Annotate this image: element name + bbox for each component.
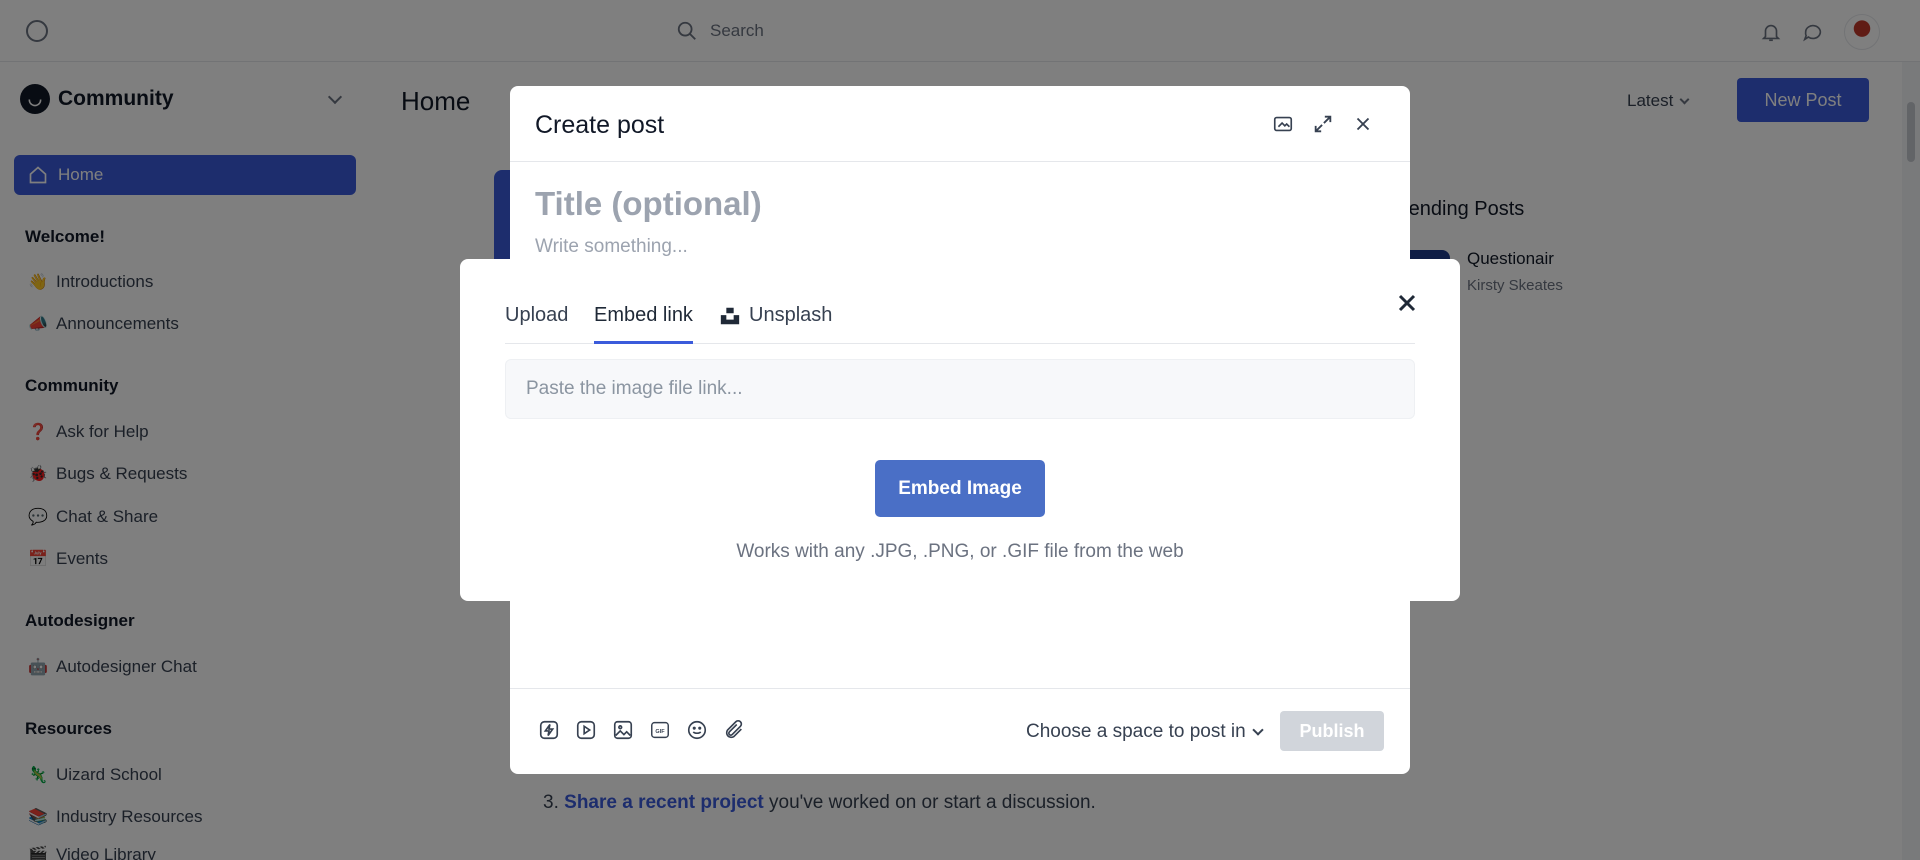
embed-image-button[interactable]: Embed Image bbox=[875, 460, 1045, 517]
cover-image-icon[interactable] bbox=[1272, 113, 1294, 135]
video-icon[interactable] bbox=[575, 719, 597, 741]
post-title-input[interactable]: Title (optional) bbox=[535, 185, 762, 223]
image-embed-dialog: Upload Embed link Unsplash Embed Image W… bbox=[460, 259, 1460, 601]
image-link-input[interactable] bbox=[505, 359, 1415, 419]
lightning-icon[interactable] bbox=[538, 719, 560, 741]
embed-tabs: Upload Embed link Unsplash bbox=[505, 304, 1415, 344]
image-icon[interactable] bbox=[612, 719, 634, 741]
publish-button[interactable]: Publish bbox=[1280, 711, 1384, 751]
emoji-icon[interactable] bbox=[686, 719, 708, 741]
post-body-input[interactable]: Write something... bbox=[535, 236, 688, 258]
unsplash-icon bbox=[720, 307, 740, 325]
create-post-header: Create post bbox=[510, 86, 1410, 162]
tab-upload[interactable]: Upload bbox=[505, 304, 568, 344]
gif-icon[interactable]: GIF bbox=[649, 719, 671, 741]
tab-label: Upload bbox=[505, 304, 569, 326]
close-icon[interactable] bbox=[1352, 113, 1374, 135]
space-selector[interactable]: Choose a space to post in bbox=[1026, 721, 1264, 743]
attachment-icon[interactable] bbox=[723, 719, 745, 741]
chevron-down-icon bbox=[1252, 723, 1264, 736]
embed-hint-text: Works with any .JPG, .PNG, or .GIF file … bbox=[736, 541, 1184, 562]
svg-text:GIF: GIF bbox=[655, 729, 665, 735]
tab-embed-link[interactable]: Embed link bbox=[594, 304, 693, 344]
create-post-footer: GIF Choose a space to post in Publish bbox=[510, 688, 1410, 774]
expand-icon[interactable] bbox=[1312, 113, 1334, 135]
tab-label: Unsplash bbox=[749, 304, 833, 326]
tab-unsplash[interactable]: Unsplash bbox=[719, 304, 832, 344]
space-selector-label: Choose a space to post in bbox=[1026, 721, 1246, 742]
create-post-title: Create post bbox=[535, 111, 665, 139]
tab-label: Embed link bbox=[594, 304, 693, 326]
